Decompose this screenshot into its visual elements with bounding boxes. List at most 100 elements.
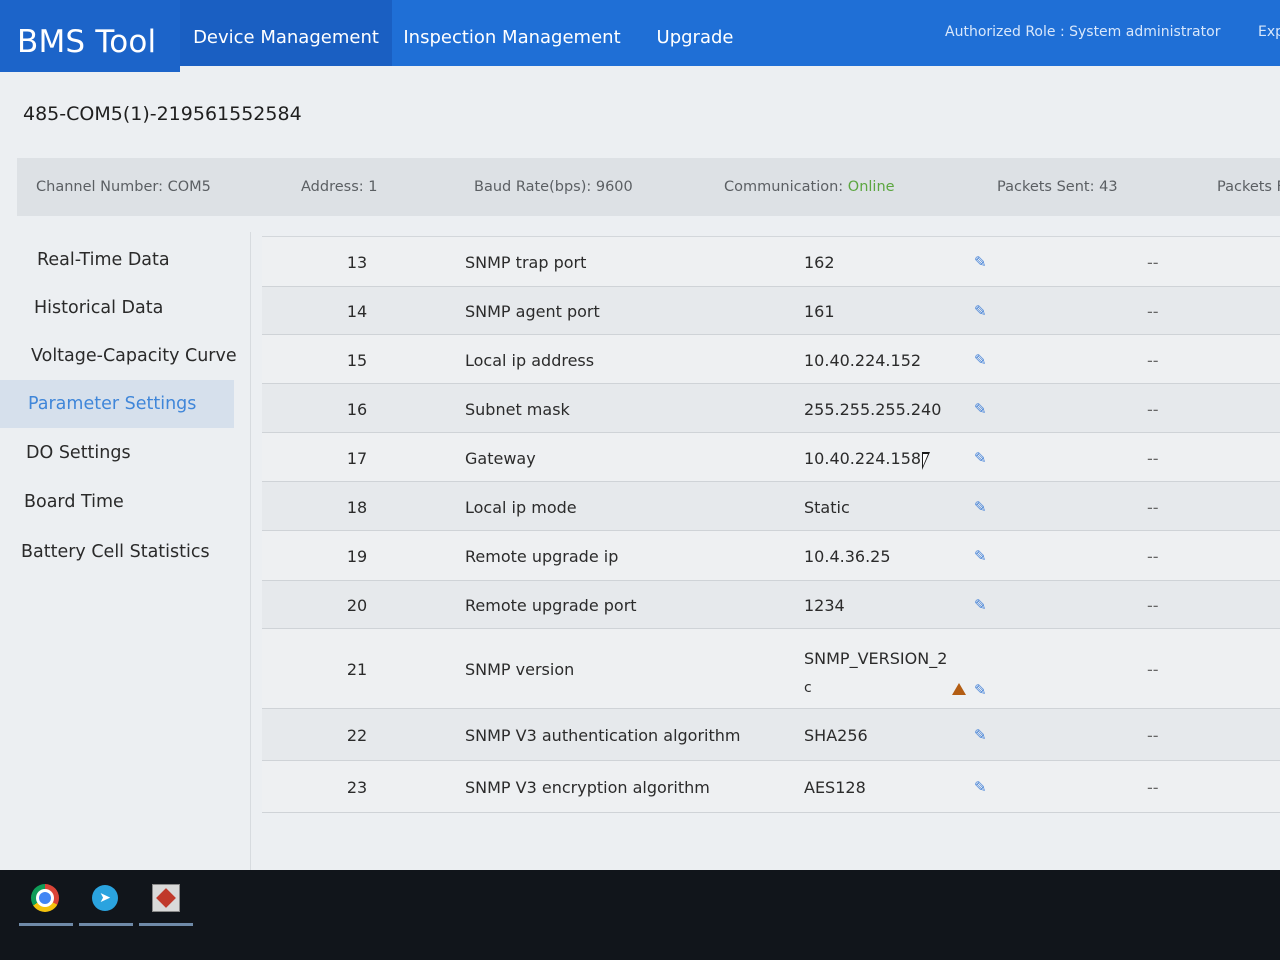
- channel-number: Channel Number: COM5: [36, 179, 211, 195]
- authorized-role: Authorized Role : System administrator: [945, 24, 1221, 40]
- table-row: 20 Remote upgrade port 1234 ✎ --: [262, 581, 1280, 629]
- nav-inspection-management[interactable]: Inspection Management: [392, 0, 632, 66]
- app-logo: BMS Tool: [0, 0, 180, 72]
- nav-device-management[interactable]: Device Management: [180, 0, 392, 66]
- sidebar-item-parameter-settings[interactable]: Parameter Settings: [0, 380, 234, 428]
- parameter-name: SNMP V3 encryption algorithm: [465, 778, 710, 797]
- table-row: 16 Subnet mask 255.255.255.240 ✎ --: [262, 384, 1280, 433]
- row-status: --: [1147, 660, 1159, 679]
- row-status: --: [1147, 253, 1159, 272]
- nav-upgrade[interactable]: Upgrade: [640, 0, 750, 66]
- chrome-icon: [31, 884, 59, 912]
- app-icon: [152, 884, 180, 912]
- parameter-name: Local ip address: [465, 351, 595, 370]
- pencil-icon[interactable]: ✎: [974, 681, 987, 699]
- sidebar-item-voltage-capacity-curve[interactable]: Voltage-Capacity Curve: [0, 332, 237, 380]
- sidebar-item-historical-data[interactable]: Historical Data: [0, 284, 234, 332]
- pencil-icon[interactable]: ✎: [974, 778, 987, 796]
- table-row: 23 SNMP V3 encryption algorithm AES128 ✎ --: [262, 761, 1280, 813]
- top-navbar: BMS Tool Device Management Inspection Ma…: [0, 0, 1280, 72]
- sidebar-item-board-time[interactable]: Board Time: [0, 478, 234, 526]
- pencil-icon[interactable]: ✎: [974, 351, 987, 369]
- row-number: 21: [346, 660, 368, 679]
- device-title: 485-COM5(1)-219561552584: [23, 103, 302, 125]
- pencil-icon[interactable]: ✎: [974, 547, 987, 565]
- row-number: 15: [346, 351, 368, 370]
- communication-label: Communication:: [724, 179, 848, 195]
- address: Address: 1: [301, 179, 378, 195]
- parameter-name: Gateway: [465, 449, 536, 468]
- parameter-value-wrap: c: [804, 680, 812, 696]
- table-row: 13 SNMP trap port 162 ✎ --: [262, 237, 1280, 287]
- parameter-name: Subnet mask: [465, 400, 570, 419]
- parameter-name: Remote upgrade port: [465, 596, 637, 615]
- row-status: --: [1147, 547, 1159, 566]
- parameter-name: SNMP V3 authentication algorithm: [465, 726, 741, 745]
- warning-icon: [952, 683, 966, 695]
- sidebar-item-do-settings[interactable]: DO Settings: [0, 429, 234, 477]
- parameter-value: SHA256: [804, 726, 868, 745]
- pencil-icon[interactable]: ✎: [974, 449, 987, 467]
- parameter-name: SNMP trap port: [465, 253, 587, 272]
- row-number: 16: [346, 400, 368, 419]
- parameter-value: 255.255.255.240: [804, 400, 942, 419]
- row-number: 22: [346, 726, 368, 745]
- row-number: 13: [346, 253, 368, 272]
- sidebar-item-real-time-data[interactable]: Real-Time Data: [0, 236, 234, 284]
- parameter-value: 1234: [804, 596, 845, 615]
- pencil-icon[interactable]: ✎: [974, 596, 987, 614]
- mouse-cursor-icon: [922, 452, 930, 470]
- taskbar-active-indicator: [19, 923, 73, 926]
- parameter-value: 10.4.36.25: [804, 547, 891, 566]
- pencil-icon[interactable]: ✎: [974, 400, 987, 418]
- parameter-name: Local ip mode: [465, 498, 577, 517]
- taskbar: ➤: [0, 870, 1280, 960]
- row-status: --: [1147, 778, 1159, 797]
- pencil-icon[interactable]: ✎: [974, 253, 987, 271]
- row-number: 19: [346, 547, 368, 566]
- table-row: 18 Local ip mode Static ✎ --: [262, 482, 1280, 531]
- table-row: 19 Remote upgrade ip 10.4.36.25 ✎ --: [262, 531, 1280, 581]
- row-status: --: [1147, 596, 1159, 615]
- row-status: --: [1147, 400, 1159, 419]
- row-number: 17: [346, 449, 368, 468]
- table-row: 22 SNMP V3 authentication algorithm SHA256…: [262, 709, 1280, 761]
- pencil-icon[interactable]: ✎: [974, 302, 987, 320]
- sidebar: Real-Time Data Historical Data Voltage-C…: [0, 232, 251, 870]
- row-status: --: [1147, 498, 1159, 517]
- row-number: 14: [346, 302, 368, 321]
- table-row: 21 SNMP version SNMP_VERSION_2c ✎ --: [262, 629, 1280, 709]
- taskbar-active-indicator: [139, 923, 193, 926]
- parameter-value: 161: [804, 302, 835, 321]
- device-info-bar: Channel Number: COM5 Address: 1 Baud Rat…: [17, 158, 1280, 216]
- taskbar-chrome[interactable]: [17, 876, 75, 926]
- parameter-value: 10.40.224.158: [804, 449, 922, 468]
- row-number: 20: [346, 596, 368, 615]
- parameter-name: SNMP agent port: [465, 302, 600, 321]
- parameter-value: 10.40.224.152: [804, 351, 922, 370]
- online-badge: Online: [847, 179, 895, 195]
- communication-status: Communication: Online: [724, 158, 895, 216]
- parameter-value: SNMP_VERSION_2: [804, 649, 948, 668]
- parameter-value: 162: [804, 253, 835, 272]
- pencil-icon[interactable]: ✎: [974, 498, 987, 516]
- table-row: 15 Local ip address 10.40.224.152 ✎ --: [262, 335, 1280, 384]
- parameter-name: Remote upgrade ip: [465, 547, 619, 566]
- row-status: --: [1147, 726, 1159, 745]
- pencil-icon[interactable]: ✎: [974, 726, 987, 744]
- parameter-name: SNMP version: [465, 660, 575, 679]
- taskbar-active-indicator: [79, 923, 133, 926]
- packets-sent: Packets Sent: 43: [997, 179, 1118, 195]
- row-number: 23: [346, 778, 368, 797]
- exit-button[interactable]: Exp: [1258, 0, 1280, 66]
- table-row: 14 SNMP agent port 161 ✎ --: [262, 287, 1280, 335]
- parameter-table: 13 SNMP trap port 162 ✎ -- 14 SNMP agent port 1…: [262, 236, 1280, 813]
- row-status: --: [1147, 351, 1159, 370]
- sidebar-item-battery-cell-statistics[interactable]: Battery Cell Statistics: [0, 528, 234, 576]
- taskbar-app[interactable]: [137, 876, 195, 926]
- telegram-icon: ➤: [92, 885, 118, 911]
- table-row: 17 Gateway 10.40.224.158 ✎ --: [262, 433, 1280, 482]
- taskbar-telegram[interactable]: ➤: [77, 876, 135, 926]
- row-number: 18: [346, 498, 368, 517]
- baud-rate: Baud Rate(bps): 9600: [474, 179, 633, 195]
